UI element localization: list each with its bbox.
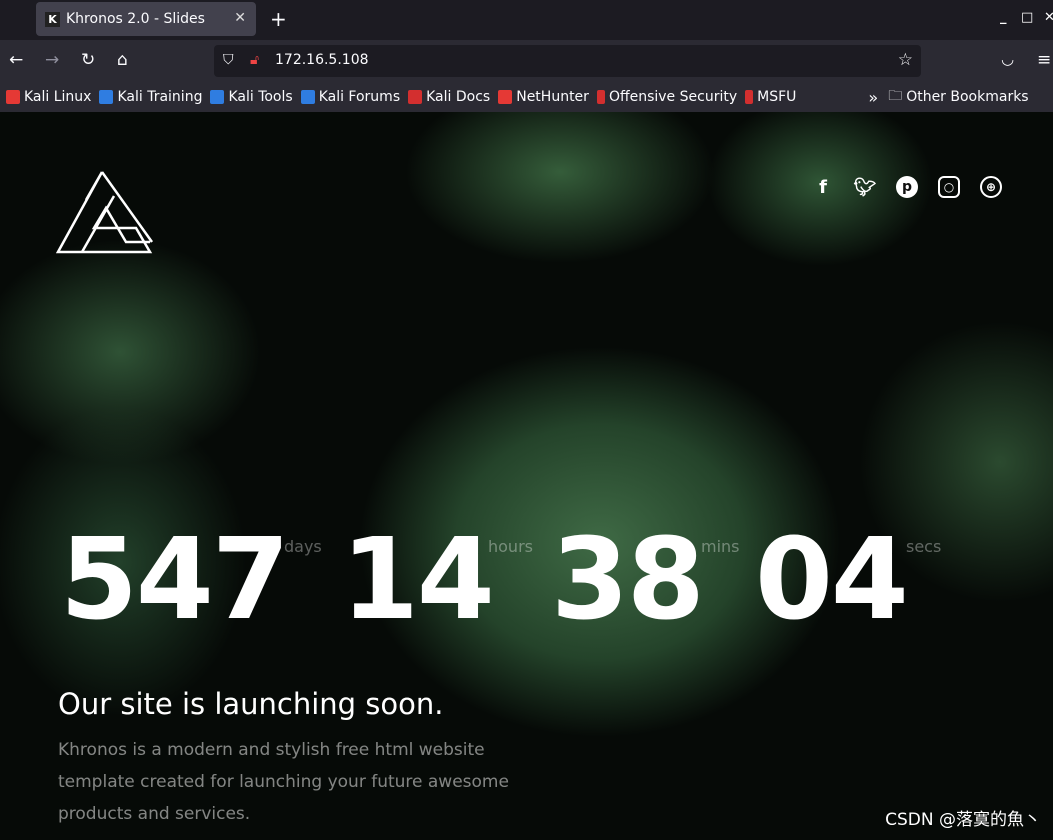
kali-icon: [210, 90, 225, 104]
kali-icon: [99, 90, 114, 104]
launch-description: Khronos is a modern and stylish free htm…: [58, 740, 509, 824]
insecure-lock-icon[interactable]: 🔓︎: [250, 52, 259, 68]
offsec-icon: [745, 90, 754, 104]
new-tab-button[interactable]: +: [270, 7, 287, 31]
bookmark-nethunter[interactable]: NetHunter: [498, 89, 589, 105]
twitter-icon[interactable]: 🐦︎: [854, 176, 877, 198]
bookmark-kali-forums[interactable]: Kali Forums: [300, 89, 401, 105]
kali-icon: [498, 90, 513, 104]
bookmark-kali-linux[interactable]: Kali Linux: [6, 89, 91, 105]
tab-bar: K Khronos 2.0 - Slides ✕ + _ □ ✕: [0, 0, 1053, 40]
watermark: CSDN @落寞的魚丶: [885, 810, 1041, 830]
countdown-mins: 38: [551, 515, 705, 645]
bookmark-offensive-security[interactable]: Offensive Security: [596, 89, 738, 105]
offsec-icon: [596, 90, 605, 104]
social-links: f 🐦︎ p ○ ⊕: [812, 176, 1002, 198]
dribbble-icon[interactable]: ⊕: [980, 176, 1002, 198]
minimize-button[interactable]: _: [1000, 10, 1007, 25]
other-bookmarks[interactable]: 🗀︎ Other Bookmarks: [888, 85, 1028, 109]
bookmark-label: MSFU: [757, 89, 797, 105]
menu-icon[interactable]: ≡: [1037, 50, 1051, 70]
url-bar[interactable]: ⛉ 🔓︎ 172.16.5.108 ☆: [214, 45, 921, 77]
pinterest-icon[interactable]: p: [896, 176, 918, 198]
bookmark-label: Kali Tools: [228, 89, 293, 105]
bookmark-msfu[interactable]: MSFU: [745, 89, 796, 105]
countdown-hours-label: hours: [488, 537, 533, 556]
logo-icon: [56, 171, 154, 254]
bookmark-label: Other Bookmarks: [906, 89, 1029, 105]
countdown-secs: 04: [755, 515, 909, 645]
forward-button[interactable]: →: [45, 50, 59, 70]
countdown-days-label: days: [284, 537, 322, 556]
bookmarks-bar: Kali Linux Kali Training Kali Tools Kali…: [0, 82, 1053, 112]
bookmark-label: Kali Training: [117, 89, 203, 105]
docs-icon: [408, 90, 423, 104]
bookmark-label: Kali Linux: [24, 89, 92, 105]
tab-khronos[interactable]: K Khronos 2.0 - Slides ✕: [36, 2, 256, 36]
countdown-hours: 14: [341, 515, 495, 645]
nav-bar: ← → ↻ ⌂ ⛉ 🔓︎ 172.16.5.108 ☆ ◡ ≡: [0, 40, 1053, 82]
bookmark-label: NetHunter: [516, 89, 589, 105]
url-text[interactable]: 172.16.5.108: [275, 52, 369, 68]
home-icon[interactable]: ⌂: [117, 50, 128, 70]
hero-section: f 🐦︎ p ○ ⊕ 547 days 14 hours 38 mins 04 …: [0, 112, 1053, 840]
reload-button[interactable]: ↻: [81, 50, 95, 70]
bookmark-label: Kali Docs: [426, 89, 491, 105]
maximize-button[interactable]: □: [1021, 10, 1033, 25]
countdown-secs-label: secs: [906, 537, 942, 556]
favicon-icon: K: [45, 11, 60, 27]
bookmark-label: Offensive Security: [608, 89, 738, 105]
countdown-mins-label: mins: [701, 537, 740, 556]
facebook-icon[interactable]: f: [812, 176, 834, 198]
bookmark-kali-training[interactable]: Kali Training: [99, 89, 202, 105]
close-tab-icon[interactable]: ✕: [234, 10, 246, 26]
back-button[interactable]: ←: [9, 50, 23, 70]
tab-title: Khronos 2.0 - Slides: [66, 11, 205, 27]
shield-icon[interactable]: ⛉: [223, 52, 234, 68]
instagram-icon[interactable]: ○: [938, 176, 960, 198]
launch-title: Our site is launching soon.: [58, 687, 444, 721]
pocket-icon[interactable]: ◡: [1001, 50, 1014, 68]
bookmark-kali-docs[interactable]: Kali Docs: [408, 89, 490, 105]
close-window-button[interactable]: ✕: [1044, 10, 1053, 25]
bookmark-label: Kali Forums: [318, 89, 401, 105]
bookmark-kali-tools[interactable]: Kali Tools: [210, 89, 293, 105]
kali-icon: [300, 90, 315, 104]
countdown-days: 547: [60, 515, 290, 645]
more-bookmarks-icon[interactable]: »: [868, 88, 878, 107]
bookmark-star-icon[interactable]: ☆: [898, 50, 913, 70]
kali-icon: [6, 90, 20, 104]
folder-icon: 🗀︎: [888, 88, 903, 104]
